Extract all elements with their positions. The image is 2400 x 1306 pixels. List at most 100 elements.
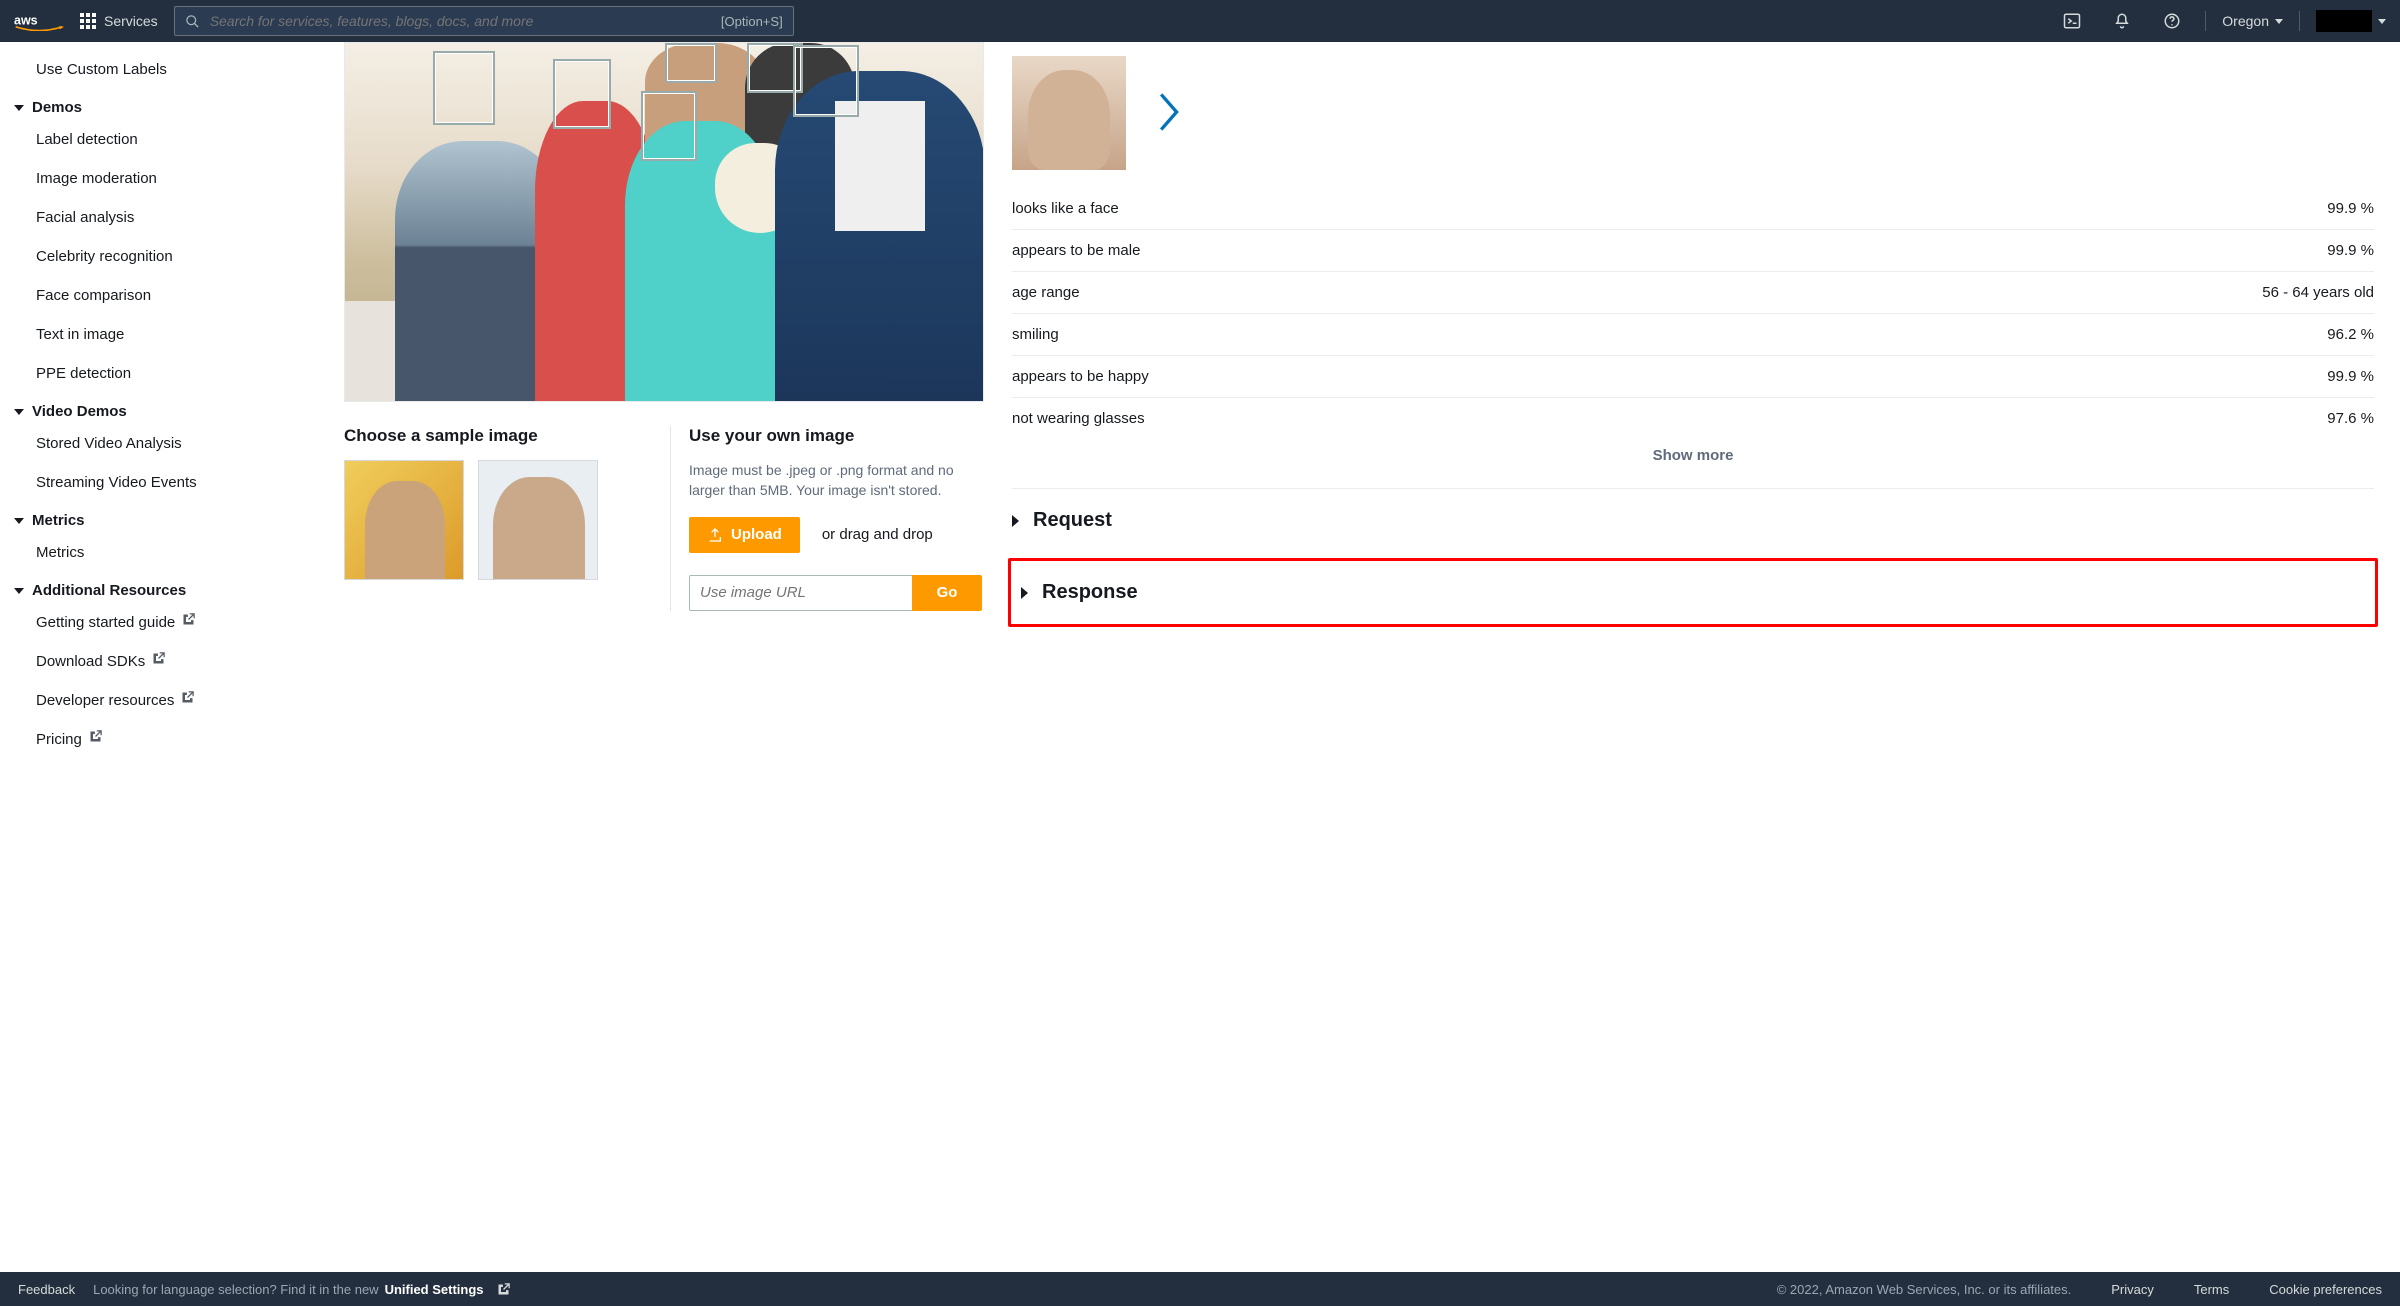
external-link-icon bbox=[88, 729, 103, 744]
upload-button[interactable]: Upload bbox=[689, 517, 800, 553]
help-icon[interactable] bbox=[2155, 4, 2189, 38]
attribute-row: looks like a face 99.9 % bbox=[1012, 188, 2374, 230]
attribute-value: 99.9 % bbox=[2327, 200, 2374, 217]
sidebar-section-additional-resources[interactable]: Additional Resources bbox=[14, 572, 308, 603]
sample-image-2[interactable] bbox=[478, 460, 598, 580]
sidebar-item-celebrity-recognition[interactable]: Celebrity recognition bbox=[14, 237, 308, 276]
external-link-icon bbox=[496, 1282, 511, 1297]
use-own-help-text: Image must be .jpeg or .png format and n… bbox=[689, 460, 982, 501]
sidebar-item-getting-started[interactable]: Getting started guide bbox=[14, 603, 308, 642]
sample-image-section: Choose a sample image bbox=[344, 426, 670, 611]
chevron-down-icon bbox=[14, 588, 24, 594]
footer: Feedback Looking for language selection?… bbox=[0, 1272, 2400, 1306]
chevron-right-icon bbox=[1012, 515, 1019, 527]
separator bbox=[2205, 11, 2206, 31]
attribute-row: appears to be happy 99.9 % bbox=[1012, 356, 2374, 398]
attribute-label: smiling bbox=[1012, 326, 1059, 343]
region-selector[interactable]: Oregon bbox=[2222, 13, 2283, 29]
chevron-down-icon bbox=[14, 105, 24, 111]
attribute-value: 99.9 % bbox=[2327, 368, 2374, 385]
separator bbox=[2299, 11, 2300, 31]
sidebar-item-developer-resources[interactable]: Developer resources bbox=[14, 681, 308, 720]
response-expander[interactable]: Response bbox=[1008, 558, 2378, 627]
services-button[interactable]: Services bbox=[80, 13, 158, 29]
caret-down-icon bbox=[2275, 19, 2283, 24]
go-button[interactable]: Go bbox=[912, 575, 982, 611]
analyzed-image-preview bbox=[344, 42, 984, 402]
footer-link-privacy[interactable]: Privacy bbox=[2111, 1282, 2154, 1297]
footer-link-cookie-preferences[interactable]: Cookie preferences bbox=[2269, 1282, 2382, 1297]
face-bounding-box bbox=[553, 59, 611, 129]
attribute-label: looks like a face bbox=[1012, 200, 1119, 217]
account-menu[interactable] bbox=[2316, 10, 2386, 32]
attribute-value: 97.6 % bbox=[2327, 410, 2374, 427]
image-source-row: Choose a sample image Use your own image… bbox=[344, 426, 982, 611]
attribute-label: age range bbox=[1012, 284, 1080, 301]
sidebar-item-stored-video-analysis[interactable]: Stored Video Analysis bbox=[14, 424, 308, 463]
request-expander[interactable]: Request bbox=[1012, 488, 2374, 552]
notifications-icon[interactable] bbox=[2105, 4, 2139, 38]
upload-icon bbox=[707, 527, 723, 543]
drag-drop-label: or drag and drop bbox=[822, 526, 933, 543]
global-search[interactable]: [Option+S] bbox=[174, 6, 794, 36]
account-name-redacted bbox=[2316, 10, 2372, 32]
attribute-label: appears to be male bbox=[1012, 242, 1140, 259]
search-shortcut-hint: [Option+S] bbox=[721, 14, 783, 29]
face-bounding-box bbox=[665, 43, 717, 83]
sample-image-1[interactable] bbox=[344, 460, 464, 580]
face-bounding-box bbox=[433, 51, 495, 125]
sidebar-item-pricing[interactable]: Pricing bbox=[14, 720, 308, 759]
copyright-text: © 2022, Amazon Web Services, Inc. or its… bbox=[1777, 1282, 2072, 1297]
sidebar-item-streaming-video-events[interactable]: Streaming Video Events bbox=[14, 463, 308, 502]
sidebar-section-demos[interactable]: Demos bbox=[14, 89, 308, 120]
sidebar-item-use-custom-labels[interactable]: Use Custom Labels bbox=[14, 50, 308, 89]
choose-sample-heading: Choose a sample image bbox=[344, 426, 670, 446]
sidebar-item-ppe-detection[interactable]: PPE detection bbox=[14, 354, 308, 393]
language-prompt-text: Looking for language selection? Find it … bbox=[93, 1282, 378, 1297]
main-content: Choose a sample image Use your own image… bbox=[322, 42, 2400, 1272]
svg-text:aws: aws bbox=[14, 13, 38, 27]
attribute-row: smiling96.2 % bbox=[1012, 314, 2374, 356]
cloudshell-icon[interactable] bbox=[2055, 4, 2089, 38]
image-panel: Choose a sample image Use your own image… bbox=[322, 42, 982, 1242]
sidebar-item-label-detection[interactable]: Label detection bbox=[14, 120, 308, 159]
attribute-label: appears to be happy bbox=[1012, 368, 1149, 385]
sidebar-item-metrics[interactable]: Metrics bbox=[14, 533, 308, 572]
top-nav: aws Services [Option+S] Oregon bbox=[0, 0, 2400, 42]
detected-face-thumbnail bbox=[1012, 56, 1126, 170]
show-more-button[interactable]: Show more bbox=[1012, 439, 2374, 488]
search-input[interactable] bbox=[210, 13, 711, 29]
services-label: Services bbox=[104, 13, 158, 29]
sidebar-section-video-demos[interactable]: Video Demos bbox=[14, 393, 308, 424]
face-bounding-box bbox=[793, 45, 859, 117]
attribute-row: age range56 - 64 years old bbox=[1012, 272, 2374, 314]
chevron-down-icon bbox=[14, 518, 24, 524]
unified-settings-link[interactable]: Unified Settings bbox=[385, 1282, 484, 1297]
sidebar-item-text-in-image[interactable]: Text in image bbox=[14, 315, 308, 354]
attribute-value: 99.9 % bbox=[2327, 242, 2374, 259]
feedback-link[interactable]: Feedback bbox=[18, 1282, 75, 1297]
sidebar-section-metrics[interactable]: Metrics bbox=[14, 502, 308, 533]
caret-down-icon bbox=[2378, 19, 2386, 24]
sidebar: Use Custom Labels Demos Label detection … bbox=[0, 42, 322, 1272]
sidebar-item-download-sdks[interactable]: Download SDKs bbox=[14, 642, 308, 681]
region-label: Oregon bbox=[2222, 13, 2269, 29]
face-attributes-list: looks like a face99.9 %appears to be mal… bbox=[1012, 188, 2374, 439]
chevron-down-icon bbox=[14, 409, 24, 415]
image-url-input[interactable] bbox=[689, 575, 912, 611]
search-icon bbox=[185, 14, 200, 29]
external-link-icon bbox=[151, 651, 166, 666]
sidebar-item-image-moderation[interactable]: Image moderation bbox=[14, 159, 308, 198]
attribute-row: appears to be male 99.9 % bbox=[1012, 230, 2374, 272]
sidebar-item-facial-analysis[interactable]: Facial analysis bbox=[14, 198, 308, 237]
sidebar-item-face-comparison[interactable]: Face comparison bbox=[14, 276, 308, 315]
own-image-section: Use your own image Image must be .jpeg o… bbox=[670, 426, 982, 611]
aws-logo[interactable]: aws bbox=[14, 11, 64, 31]
page-body: Use Custom Labels Demos Label detection … bbox=[0, 42, 2400, 1272]
face-bounding-box bbox=[641, 91, 697, 161]
apps-grid-icon bbox=[80, 13, 96, 29]
results-panel: looks like a face99.9 %appears to be mal… bbox=[982, 42, 2390, 1242]
external-link-icon bbox=[181, 612, 196, 627]
footer-link-terms[interactable]: Terms bbox=[2194, 1282, 2229, 1297]
next-face-button[interactable] bbox=[1156, 90, 1184, 137]
